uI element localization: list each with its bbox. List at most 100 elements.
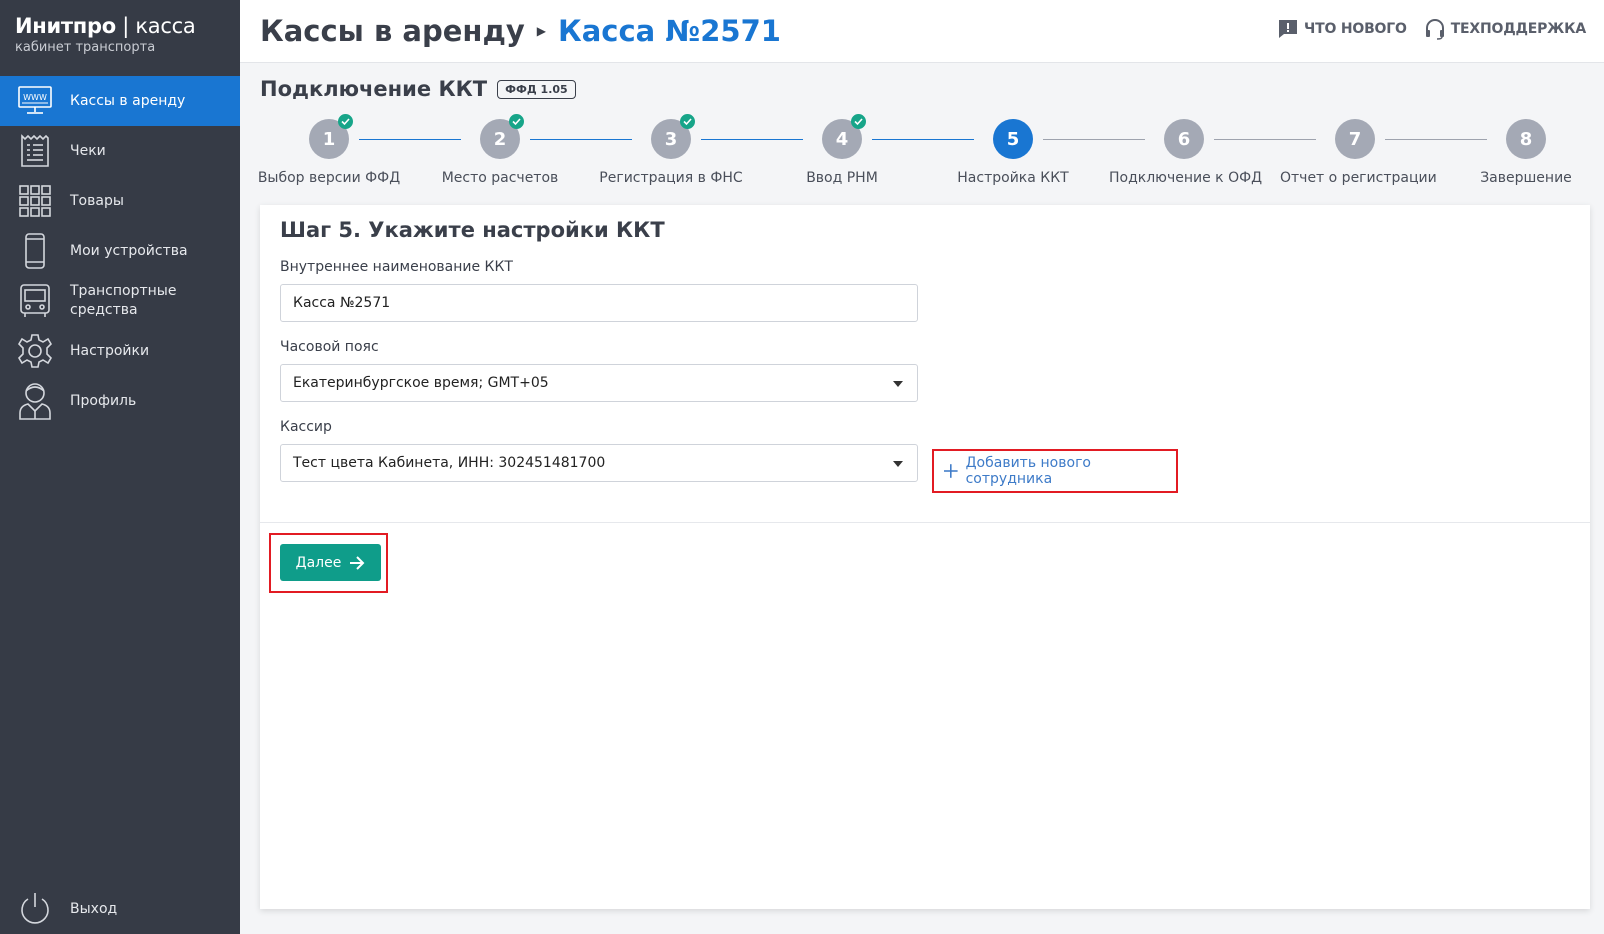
- caret-down-icon: [893, 381, 903, 387]
- whats-new-label: ЧТО НОВОГО: [1304, 21, 1407, 37]
- user-icon: [17, 383, 53, 420]
- step-8: 8 Завершение: [1451, 119, 1601, 186]
- sidebar-item-goods[interactable]: Товары: [0, 176, 240, 226]
- stepper: 1 Выбор версии ФФД 2 Место расчетов 3 Ре…: [258, 114, 1590, 197]
- step-number: 2: [493, 128, 507, 150]
- step-circle: 7: [1335, 119, 1375, 159]
- step-number: 3: [664, 128, 678, 150]
- step-5[interactable]: 5 Настройка ККТ: [938, 119, 1088, 186]
- brand-subtitle: кабинет транспорта: [15, 40, 156, 55]
- check-icon: [680, 114, 695, 129]
- step-circle: 4: [822, 114, 866, 159]
- power-icon: [17, 891, 53, 927]
- kkt-name-label: Внутреннее наименование ККТ: [280, 259, 513, 275]
- phone-icon: [17, 233, 53, 269]
- brand-logo: Инитпро | касса: [15, 14, 225, 38]
- step-number: 5: [1006, 128, 1020, 150]
- add-employee-link[interactable]: Добавить нового сотрудника: [932, 449, 1178, 493]
- step-number: 8: [1519, 128, 1533, 150]
- check-icon: [338, 114, 353, 129]
- step-label: Выбор версии ФФД: [257, 170, 401, 186]
- sidebar-item-label: Чеки: [70, 142, 106, 159]
- message-alert-icon: [1279, 20, 1298, 38]
- step-label: Ввод РНМ: [806, 170, 878, 186]
- brand-name-thin: касса: [135, 14, 196, 38]
- ffd-version-badge: ФФД 1.05: [497, 79, 576, 99]
- step-6: 6 Подключение к ОФД: [1109, 119, 1263, 186]
- step-3[interactable]: 3 Регистрация в ФНС: [596, 114, 746, 186]
- whats-new-link[interactable]: ЧТО НОВОГО: [1278, 19, 1407, 39]
- kkt-name-input[interactable]: [280, 284, 918, 322]
- settings-card: Шаг 5. Укажите настройки ККТ Внутреннее …: [260, 205, 1590, 909]
- support-label: ТЕХПОДДЕРЖКА: [1450, 21, 1587, 37]
- check-icon: [509, 114, 524, 129]
- sidebar-item-label: Кассы в аренду: [70, 92, 186, 109]
- support-link[interactable]: ТЕХПОДДЕРЖКА: [1425, 18, 1586, 40]
- step-1[interactable]: 1 Выбор версии ФФД: [254, 114, 404, 186]
- receipt-icon: [17, 133, 53, 169]
- sidebar-item-label: Настройки: [70, 342, 150, 359]
- add-employee-label: Добавить нового сотрудника: [965, 455, 1091, 487]
- step-7: 7 Отчет о регистрации: [1280, 119, 1437, 186]
- gear-icon: [17, 333, 53, 369]
- step-label: Регистрация в ФНС: [599, 170, 743, 186]
- arrow-right-icon: [350, 555, 365, 570]
- plus-icon: [944, 464, 958, 478]
- brand-name-bold: Инитпро: [15, 14, 116, 38]
- bus-icon: [17, 283, 53, 319]
- grid-icon: [17, 183, 53, 219]
- sidebar-item-label: Профиль: [70, 392, 137, 409]
- logout-label: Выход: [70, 901, 118, 917]
- step-number: 1: [322, 128, 336, 150]
- step-label: Место расчетов: [441, 170, 559, 186]
- main-content: Подключение ККТ ФФД 1.05 1 Выбор версии …: [258, 63, 1590, 909]
- step-number: 6: [1177, 128, 1191, 150]
- step-circle: 3: [651, 114, 695, 159]
- step-circle: 5: [993, 119, 1033, 159]
- svg-text:WWW: WWW: [23, 93, 47, 102]
- top-header: Кассы в аренду ▶ Касса №2571 ЧТО НОВОГО …: [240, 0, 1604, 63]
- step-4[interactable]: 4 Ввод РНМ: [767, 114, 917, 186]
- check-icon: [851, 114, 866, 129]
- step-circle: 2: [480, 114, 524, 159]
- sidebar-item-receipts[interactable]: Чеки: [0, 126, 240, 176]
- step-label: Настройка ККТ: [957, 170, 1069, 186]
- step-circle: 1: [309, 114, 353, 159]
- sidebar-item-profile[interactable]: Профиль: [0, 376, 240, 426]
- sidebar-item-label: Транспортные средства: [70, 283, 177, 318]
- sidebar-item-vehicles[interactable]: Транспортные средства: [0, 276, 240, 326]
- step-label: Завершение: [1480, 170, 1572, 186]
- next-button[interactable]: Далее: [280, 544, 381, 581]
- divider: [260, 522, 1590, 523]
- sidebar-item-settings[interactable]: Настройки: [0, 326, 240, 376]
- breadcrumb-current: Касса №2571: [558, 14, 781, 48]
- step-label: Отчет о регистрации: [1280, 170, 1437, 186]
- step-number: 7: [1348, 128, 1362, 150]
- header-actions: ЧТО НОВОГО ТЕХПОДДЕРЖКА: [1278, 18, 1586, 40]
- sidebar-item-devices[interactable]: Мои устройства: [0, 226, 240, 276]
- step-heading: Шаг 5. Укажите настройки ККТ: [280, 218, 665, 242]
- step-circle: 6: [1164, 119, 1204, 159]
- next-button-label: Далее: [295, 554, 342, 571]
- headset-icon: [1425, 19, 1444, 40]
- timezone-value: Екатеринбургское время; GMT+05: [293, 375, 549, 391]
- logout-button[interactable]: Выход: [0, 884, 240, 934]
- sidebar-item-label: Мои устройства: [70, 242, 188, 259]
- www-monitor-icon: WWW: [17, 83, 53, 119]
- brand-separator: |: [115, 14, 136, 38]
- breadcrumb-root[interactable]: Кассы в аренду: [260, 14, 525, 48]
- timezone-select[interactable]: Екатеринбургское время; GMT+05: [280, 364, 918, 402]
- breadcrumb-separator-icon: ▶: [536, 24, 547, 38]
- step-label: Подключение к ОФД: [1109, 170, 1263, 186]
- brand: Инитпро | касса кабинет транспорта: [0, 0, 240, 76]
- cashier-select[interactable]: Тест цвета Кабинета, ИНН: 302451481700: [280, 444, 918, 482]
- page-title: Подключение ККТ: [260, 77, 488, 101]
- step-2[interactable]: 2 Место расчетов: [425, 114, 575, 186]
- sidebar-item-rent-kkt[interactable]: WWW Кассы в аренду: [0, 76, 240, 126]
- cashier-value: Тест цвета Кабинета, ИНН: 302451481700: [293, 455, 606, 471]
- cashier-label: Кассир: [280, 419, 332, 435]
- sidebar: Инитпро | касса кабинет транспорта WWW К…: [0, 0, 240, 934]
- sidebar-item-label: Товары: [70, 192, 124, 209]
- caret-down-icon: [893, 461, 903, 467]
- timezone-label: Часовой пояс: [280, 339, 379, 355]
